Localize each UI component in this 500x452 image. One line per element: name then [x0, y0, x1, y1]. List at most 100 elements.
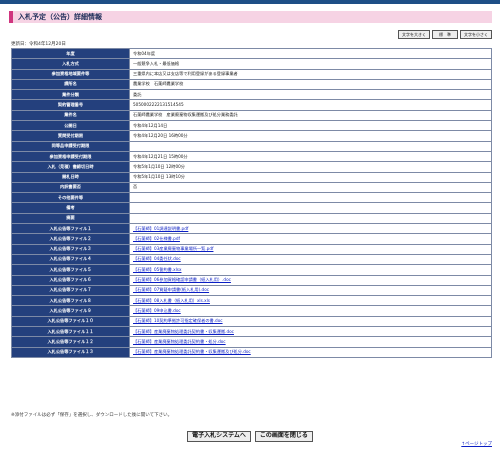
row-label: 入札公告等ファイル９ [11, 305, 130, 317]
row-label: 備考 [11, 202, 130, 214]
attachment-link[interactable]: 【石薬師】産業廃棄物処理委託契約書・収集運搬及び処分.doc [133, 349, 251, 354]
table-row: 質問受付期限 令和4年12月20日 16時00分 [11, 130, 492, 142]
table-row: 入札公告等ファイル１１ 【石薬師】産業廃棄物処理委託契約書・収集運搬.doc [11, 326, 492, 338]
table-row: 入札（見積）書締切日時 令和5年1月10日 12時00分 [11, 161, 492, 173]
row-value-cell [129, 212, 492, 225]
row-value-cell [129, 192, 492, 204]
table-row: 摘要 [11, 212, 492, 225]
row-label: 入札公告等ファイル１１ [11, 326, 130, 338]
row-value-cell: 【石薬師】02仕様書.pdf [129, 233, 492, 245]
row-label: 入札公告等ファイル１０ [11, 315, 130, 328]
detail-table: 年度 令和04年度 入札方式 一般競争入札・最低価格 参加資格地域要件等 三重県内に本店又… [11, 47, 492, 358]
row-value-cell: 【石薬師】08入札書（紙入札用）xls.xls [129, 295, 492, 307]
table-row: 入札公告等ファイル３ 【石薬師】03産業廃棄物事業場所一覧.pdf [11, 243, 492, 255]
font-larger-button[interactable]: 文字を大きく [398, 30, 430, 39]
table-row: 入札公告等ファイル６ 【石薬師】06参加資格確認申請書（紙入札用）.doc [11, 274, 492, 286]
page-top-link[interactable]: ↑ページトップ [461, 441, 492, 447]
row-label: 入札公告等ファイル６ [11, 274, 130, 286]
table-row: 備考 [11, 202, 492, 214]
row-value-cell: 令和5年1月10日 13時10分 [129, 171, 492, 183]
table-row: 公開日 令和4年12月14日 [11, 120, 492, 132]
table-row: 年度 令和04年度 [11, 47, 492, 60]
attachment-link[interactable]: 【石薬師】04委任状.doc [133, 256, 181, 261]
table-row: 入札公告等ファイル２ 【石薬師】02仕様書.pdf [11, 233, 492, 245]
attachment-link[interactable]: 【石薬師】09申込書.doc [133, 308, 181, 313]
title-bar: 入札予定（公告）詳細情報 [9, 11, 492, 23]
row-value: 農業学校 石薬師農業学校 [133, 81, 184, 87]
row-label: 入札方式 [11, 58, 130, 70]
row-value: 令和4年12月21日 15時00分 [133, 153, 188, 159]
table-row: 入札公告等ファイル７ 【石薬師】07質疑申請書(紙入札用).doc [11, 284, 492, 297]
row-value-cell: 【石薬師】06参加資格確認申請書（紙入札用）.doc [129, 274, 492, 286]
attachment-link[interactable]: 【石薬師】02仕様書.pdf [133, 236, 180, 241]
row-label: 課所名 [11, 78, 130, 91]
row-value: 三重県内に本店又は支店等で利用登録がある登録事業者 [133, 71, 238, 77]
row-value-cell: 令和5年1月10日 12時00分 [129, 161, 492, 173]
row-value-cell: 農業学校 石薬師農業学校 [129, 78, 492, 91]
row-label: 質問受付期限 [11, 130, 130, 142]
close-window-button[interactable]: この画面を閉じる [254, 431, 313, 442]
row-label: 契約管理番号 [11, 99, 130, 111]
table-row: 入札公告等ファイル１０ 【石薬師】10契約準拠許可指定確保者の書.doc [11, 315, 492, 328]
row-value: 石薬師農業学校 産業廃棄物収集運搬及び処分業務委託 [133, 112, 238, 118]
row-value-cell: 令和4年12月21日 15時00分 [129, 150, 492, 163]
row-value-cell: 一般競争入札・最低価格 [129, 58, 492, 70]
row-value-cell: 【石薬師】04委任状.doc [129, 253, 492, 266]
table-row: 業件分類 委託 [11, 89, 492, 101]
attachment-link[interactable]: 【石薬師】産業廃棄物処理委託契約書・処分.doc [133, 339, 226, 344]
row-label: 入札公告等ファイル１ [11, 223, 130, 235]
row-value-cell: 否 [129, 181, 492, 194]
bottom-buttons: 電子入札システムへ この画面を閉じる [0, 431, 500, 442]
row-label: その他要件等 [11, 192, 130, 204]
row-value-cell: 【石薬師】09申込書.doc [129, 305, 492, 317]
row-value-cell: 【石薬師】07質疑申請書(紙入札用).doc [129, 284, 492, 297]
attachment-link[interactable]: 【石薬師】08入札書（紙入札用）xls.xls [133, 298, 210, 303]
table-row: 入札公告等ファイル１３ 【石薬師】産業廃棄物処理委託契約書・収集運搬及び処分.do… [11, 346, 492, 358]
row-value: 委託 [133, 91, 142, 97]
font-smaller-button[interactable]: 文字を小さく [460, 30, 492, 39]
updated-date: 更新日：令和4年12月20日 [11, 42, 66, 47]
row-value: 令和5年1月10日 12時00分 [133, 163, 185, 169]
row-value: 一般競争入札・最低価格 [133, 60, 180, 66]
row-value: 令和4年12月20日 16時00分 [133, 132, 188, 138]
row-label: 入札公告等ファイル７ [11, 284, 130, 297]
table-row: 同等品申請受付期限 [11, 140, 492, 152]
row-value-cell: 【石薬師】10契約準拠許可指定確保者の書.doc [129, 315, 492, 328]
font-size-controls: 文字を大きく 標 準 文字を小さく [398, 30, 492, 39]
attachment-link[interactable]: 【石薬師】01調達説明書.pdf [133, 226, 188, 231]
attachment-link[interactable]: 【石薬師】07質疑申請書(紙入札用).doc [133, 287, 209, 292]
e-bidding-system-button[interactable]: 電子入札システムへ [187, 431, 251, 442]
row-label: 摘要 [11, 212, 130, 225]
row-value-cell [129, 140, 492, 152]
attachment-link[interactable]: 【石薬師】産業廃棄物処理委託契約書・収集運搬.doc [133, 329, 234, 334]
attachment-link[interactable]: 【石薬師】05誓約書.xlsx [133, 267, 181, 272]
row-label: 同等品申請受付期限 [11, 140, 130, 152]
row-value-cell [129, 202, 492, 214]
row-value-cell: 【石薬師】03産業廃棄物事業場所一覧.pdf [129, 243, 492, 255]
attachment-link[interactable]: 【石薬師】10契約準拠許可指定確保者の書.doc [133, 318, 223, 323]
row-label: 入札（見積）書締切日時 [11, 161, 130, 173]
row-value-cell: 令和04年度 [129, 47, 492, 60]
row-value-cell: 【石薬師】産業廃棄物処理委託契約書・収集運搬及び処分.doc [129, 346, 492, 358]
table-row: 業件名 石薬師農業学校 産業廃棄物収集運搬及び処分業務委託 [11, 109, 492, 122]
row-label: 入札公告等ファイル５ [11, 264, 130, 276]
row-value: 令和04年度 [133, 50, 156, 56]
font-standard-button[interactable]: 標 準 [432, 30, 458, 39]
row-value-cell: 5050002222131514545 [129, 99, 492, 111]
top-stripe [0, 0, 500, 4]
attachment-link[interactable]: 【石薬師】03産業廃棄物事業場所一覧.pdf [133, 246, 213, 251]
attachment-link[interactable]: 【石薬師】06参加資格確認申請書（紙入札用）.doc [133, 277, 231, 282]
row-label: 開札日時 [11, 171, 130, 183]
row-label: 入札公告等ファイル４ [11, 253, 130, 266]
row-label: 参加資格申請受付期限 [11, 150, 130, 163]
row-value: 否 [133, 184, 138, 190]
table-row: 入札公告等ファイル５ 【石薬師】05誓約書.xlsx [11, 264, 492, 276]
row-label: 業件分類 [11, 89, 130, 101]
table-row: 契約管理番号 5050002222131514545 [11, 99, 492, 111]
row-label: 入札公告等ファイル２ [11, 233, 130, 245]
table-row: 入札公告等ファイル４ 【石薬師】04委任状.doc [11, 253, 492, 266]
table-row: 入札公告等ファイル１２ 【石薬師】産業廃棄物処理委託契約書・処分.doc [11, 336, 492, 348]
table-row: 入札公告等ファイル１ 【石薬師】01調達説明書.pdf [11, 223, 492, 235]
page-title: 入札予定（公告）詳細情報 [18, 13, 102, 21]
row-label: 参加資格地域要件等 [11, 68, 130, 80]
